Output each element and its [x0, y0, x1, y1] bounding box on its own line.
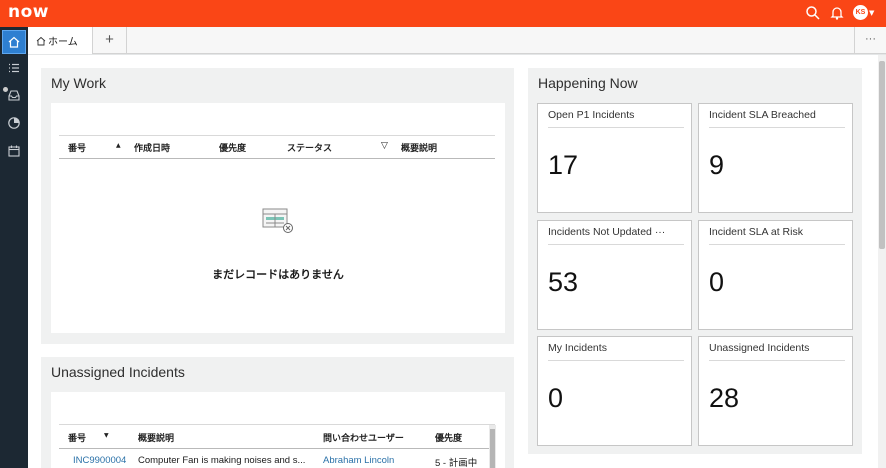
nav-reports[interactable]	[2, 111, 26, 135]
dashboard-icon	[8, 117, 20, 129]
caller-link[interactable]: Abraham Lincoln	[323, 455, 394, 466]
calendar-icon	[8, 145, 20, 157]
tab-home[interactable]: ホーム	[28, 27, 93, 54]
kpi-card-sla-at-risk[interactable]: Incident SLA at Risk 0	[698, 220, 853, 330]
happening-now-title: Happening Now	[538, 75, 638, 91]
kpi-title: Incident SLA at Risk	[709, 226, 803, 238]
kpi-value: 0	[709, 267, 725, 297]
kpi-title: My Incidents	[548, 342, 607, 354]
sort-asc-icon[interactable]: ▲	[116, 142, 121, 149]
kpi-value: 9	[709, 150, 725, 180]
column-number[interactable]: 番号	[68, 431, 86, 444]
column-description[interactable]: 概要説明	[138, 431, 174, 444]
kpi-card-unassigned[interactable]: Unassigned Incidents 28	[698, 336, 853, 446]
nav-calendar[interactable]	[2, 139, 26, 163]
filter-icon[interactable]: ▽	[381, 141, 388, 151]
kpi-title: Open P1 Incidents	[548, 109, 635, 121]
my-work-table: 番号 ▲ 作成日時 優先度 ステータス ▽ 概要説明 まだレコードはありません	[51, 103, 505, 333]
happening-now-panel: Happening Now Open P1 Incidents 17 Incid…	[528, 68, 862, 454]
kpi-card-open-p1[interactable]: Open P1 Incidents 17	[537, 103, 692, 213]
kpi-title: Incident SLA Breached	[709, 109, 816, 121]
home-icon	[36, 36, 46, 45]
page-scrollbar[interactable]	[878, 55, 886, 468]
unassigned-table: 番号 ▼ 概要説明 問い合わせユーザー 優先度 INC9900004 Compu…	[51, 392, 505, 468]
add-tab-button[interactable]: +	[93, 27, 127, 54]
unassigned-title: Unassigned Incidents	[51, 364, 185, 380]
column-priority[interactable]: 優先度	[219, 141, 246, 154]
my-work-title: My Work	[51, 75, 106, 91]
column-status[interactable]: ステータス	[287, 141, 332, 154]
kpi-value: 17	[548, 150, 579, 180]
column-created[interactable]: 作成日時	[134, 141, 170, 154]
empty-records-icon	[262, 208, 293, 233]
left-nav	[0, 27, 28, 468]
kpi-card-my-incidents[interactable]: My Incidents 0	[537, 336, 692, 446]
tab-home-label: ホーム	[48, 37, 78, 48]
table-scrollbar[interactable]	[489, 425, 496, 468]
kpi-card-not-updated[interactable]: Incidents Not Updated ··· 53	[537, 220, 692, 330]
incident-priority: 5 - 計画中	[435, 458, 478, 468]
chevron-down-icon[interactable]: ▼	[869, 9, 874, 17]
incident-description: Computer Fan is making noises and s...	[138, 455, 306, 466]
bell-icon[interactable]	[829, 5, 845, 21]
nav-list[interactable]	[2, 56, 26, 80]
kpi-value: 0	[548, 383, 564, 413]
incident-number-link[interactable]: INC9900004	[73, 455, 126, 466]
search-icon[interactable]	[805, 5, 821, 21]
my-work-panel: My Work 番号 ▲ 作成日時 優先度 ステータス ▽ 概要説明 まだレコー…	[41, 68, 514, 344]
unassigned-panel: Unassigned Incidents 番号 ▼ 概要説明 問い合わせユーザー…	[41, 357, 514, 468]
nav-inbox[interactable]	[2, 83, 26, 107]
column-number[interactable]: 番号	[68, 141, 86, 154]
inbox-icon	[8, 90, 20, 101]
sort-desc-icon[interactable]: ▼	[104, 432, 109, 439]
kpi-card-sla-breached[interactable]: Incident SLA Breached 9	[698, 103, 853, 213]
column-description[interactable]: 概要説明	[401, 141, 437, 154]
scrollbar-thumb[interactable]	[879, 61, 885, 249]
kpi-title: Unassigned Incidents	[709, 342, 810, 354]
now-logo[interactable]: now	[8, 2, 49, 22]
kpi-value: 28	[709, 383, 740, 413]
kpi-value: 53	[548, 267, 579, 297]
dashboard-content: My Work 番号 ▲ 作成日時 優先度 ステータス ▽ 概要説明 まだレコー…	[28, 55, 878, 468]
column-priority[interactable]: 優先度	[435, 431, 462, 444]
list-icon	[9, 63, 19, 73]
more-button[interactable]: ···	[854, 27, 886, 54]
kpi-title: Incidents Not Updated ···	[548, 226, 666, 238]
column-caller[interactable]: 問い合わせユーザー	[323, 431, 404, 444]
nav-home[interactable]	[2, 30, 26, 54]
top-bar: now KS ▼	[0, 0, 886, 27]
avatar[interactable]: KS	[853, 5, 868, 20]
empty-message: まだレコードはありません	[212, 268, 344, 281]
tab-bar: ホーム + ···	[28, 27, 886, 54]
home-icon	[8, 36, 20, 48]
